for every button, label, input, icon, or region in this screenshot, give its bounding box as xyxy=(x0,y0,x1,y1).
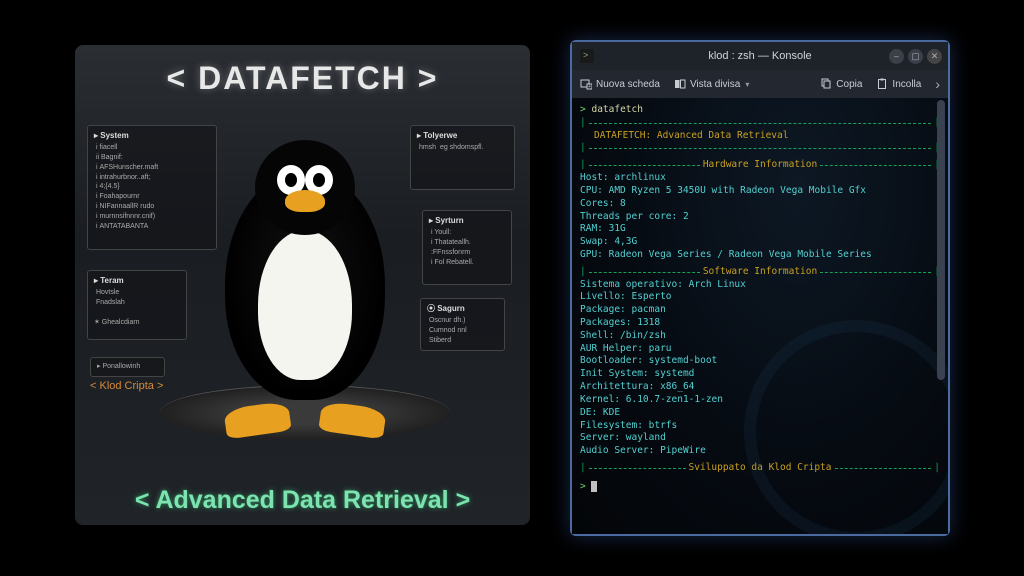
scrollbar-thumb[interactable] xyxy=(937,100,945,380)
credit-text: Sviluppato da Klod Cripta xyxy=(689,462,832,475)
sw-line-audio: Audio Server: PipeWire xyxy=(580,445,940,458)
command-text: datafetch xyxy=(591,104,642,115)
author-tag: < Klod Cripta > xyxy=(90,380,163,392)
info-box-5: ⦿ Sagurn Oscnur dh.) Cumnod nnl Stiberd xyxy=(420,298,505,351)
toolbar: + Nuova scheda Vista divisa ▾ Copia Inco… xyxy=(572,70,948,98)
info-box-system: ▸ System i fiacell ii Bagnif: i AFSHunsc… xyxy=(87,125,217,250)
terminal-output[interactable]: > datafetch || DATAFETCH: Advanced Data … xyxy=(572,98,948,534)
promo-subtitle: < Advanced Data Retrieval > xyxy=(75,486,530,515)
copy-label: Copia xyxy=(836,79,862,90)
sw-line-arch: Architettura: x86_64 xyxy=(580,381,940,394)
hardware-section-title: Hardware Information xyxy=(703,159,817,172)
copy-button[interactable]: Copia xyxy=(820,78,862,90)
copy-icon xyxy=(820,78,832,90)
hw-line-ram: RAM: 31G xyxy=(580,223,940,236)
svg-text:+: + xyxy=(588,84,591,90)
konsole-app-icon xyxy=(580,49,594,63)
chevron-down-icon: ▾ xyxy=(745,80,749,89)
sw-line-de: DE: KDE xyxy=(580,407,940,420)
sw-line-aur: AUR Helper: paru xyxy=(580,343,940,356)
sw-line-server: Server: wayland xyxy=(580,432,940,445)
toolbar-overflow-button[interactable]: › xyxy=(935,76,940,92)
software-section-title: Software Information xyxy=(703,266,817,279)
sw-line-level: Livello: Esperto xyxy=(580,291,940,304)
hw-line-host: Host: archlinux xyxy=(580,172,940,185)
split-view-label: Vista divisa xyxy=(690,79,740,90)
sw-line-os: Sistema operativo: Arch Linux xyxy=(580,279,940,292)
tux-penguin-illustration xyxy=(200,130,410,440)
prompt-symbol-2: > xyxy=(580,481,586,492)
sw-line-pkgs: Packages: 1318 xyxy=(580,317,940,330)
new-tab-label: Nuova scheda xyxy=(596,79,660,90)
hw-line-gpu: GPU: Radeon Vega Series / Radeon Vega Mo… xyxy=(580,249,940,262)
paste-icon xyxy=(876,78,888,90)
sw-line-kernel: Kernel: 6.10.7-zen1-1-zen xyxy=(580,394,940,407)
close-button[interactable]: ✕ xyxy=(927,49,942,64)
promo-panel: < DATAFETCH > ▸ System i fiacell ii Bagn… xyxy=(75,45,530,525)
new-tab-button[interactable]: + Nuova scheda xyxy=(580,78,660,90)
promo-title: < DATAFETCH > xyxy=(75,60,530,97)
window-title: klod : zsh — Konsole xyxy=(708,50,811,62)
info-box-3: ▸ Tolyerwe hmsh eg shdomspfl. xyxy=(410,125,515,190)
info-box-4: ▸ Syrturn i Youll: i Thatateallh. :FFnss… xyxy=(422,210,512,285)
paste-label: Incolla xyxy=(892,79,921,90)
maximize-button[interactable]: ▢ xyxy=(908,49,923,64)
hw-line-swap: Swap: 4,3G xyxy=(580,236,940,249)
banner-text: DATAFETCH: Advanced Data Retrieval xyxy=(580,130,940,143)
window-titlebar[interactable]: klod : zsh — Konsole – ▢ ✕ xyxy=(572,42,948,70)
konsole-window: klod : zsh — Konsole – ▢ ✕ + Nuova sched… xyxy=(570,40,950,536)
info-box-6: ▸ Ponallowinh xyxy=(90,357,165,377)
hw-line-cpu: CPU: AMD Ryzen 5 3450U with Radeon Vega … xyxy=(580,185,940,198)
split-view-button[interactable]: Vista divisa ▾ xyxy=(674,78,749,90)
split-view-icon xyxy=(674,78,686,90)
sw-line-boot: Bootloader: systemd-boot xyxy=(580,355,940,368)
terminal-scrollbar[interactable] xyxy=(936,100,946,530)
paste-button[interactable]: Incolla xyxy=(876,78,921,90)
info-box-teram: ▸ Teram Hovtsle Fnadslah✶ Ghealcdiarn xyxy=(87,270,187,340)
hw-line-threads: Threads per core: 2 xyxy=(580,211,940,224)
sw-line-init: Init System: systemd xyxy=(580,368,940,381)
new-tab-icon: + xyxy=(580,78,592,90)
hw-line-cores: Cores: 8 xyxy=(580,198,940,211)
prompt-symbol: > xyxy=(580,104,586,115)
sw-line-shell: Shell: /bin/zsh xyxy=(580,330,940,343)
sw-line-pkg: Package: pacman xyxy=(580,304,940,317)
terminal-cursor xyxy=(591,481,597,492)
sw-line-fs: Filesystem: btrfs xyxy=(580,420,940,433)
minimize-button[interactable]: – xyxy=(889,49,904,64)
